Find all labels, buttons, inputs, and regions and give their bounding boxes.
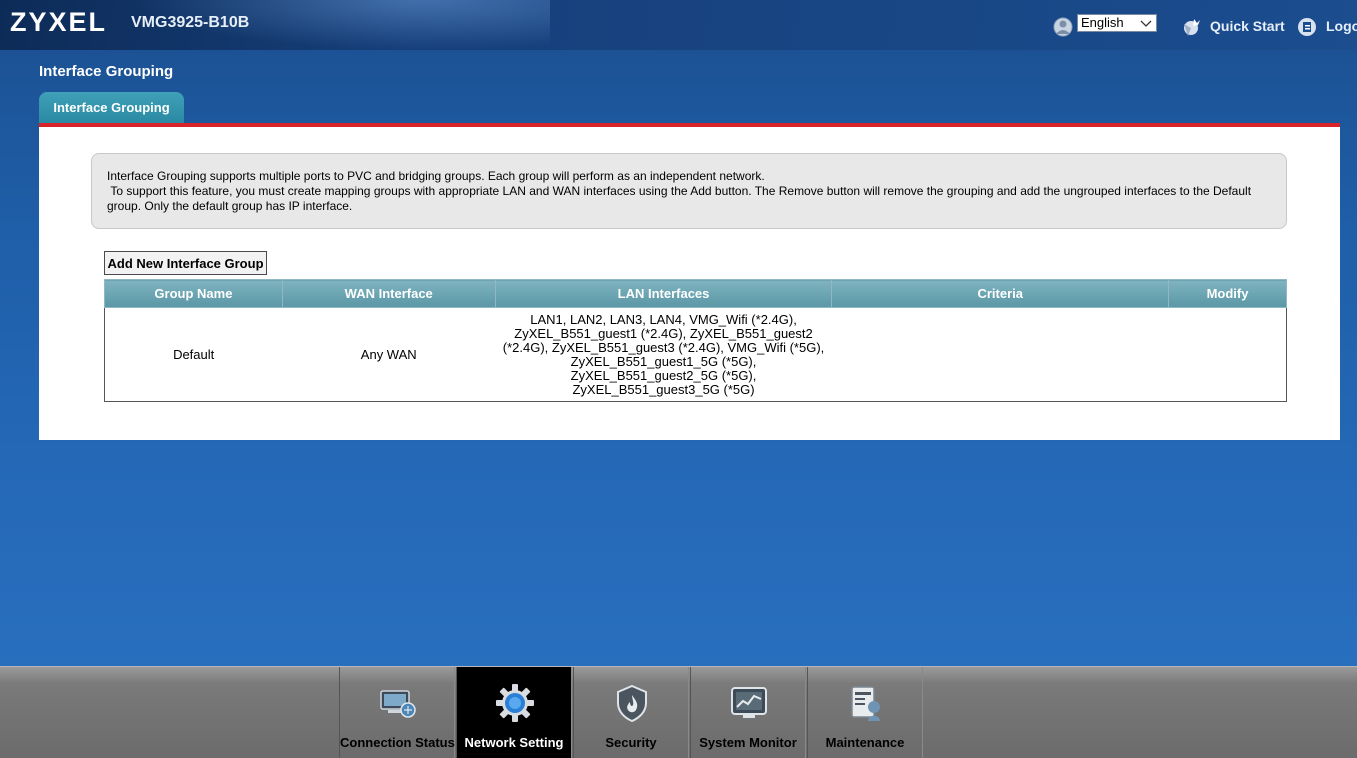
header-criteria: Criteria [831, 279, 1170, 308]
lan-interface-line: ZyXEL_B551_guest2_5G (*5G), [570, 367, 757, 383]
table-row: Default Any WAN LAN1, LAN2, LAN3, LAN4, … [105, 308, 1287, 402]
logout-icon[interactable] [1296, 16, 1318, 38]
lan-interface-line: ZyXEL_B551_guest3_5G (*5G) [572, 381, 755, 397]
table-header-row: Group Name WAN Interface LAN Interfaces … [104, 279, 1287, 308]
lan-interface-line: ZyXEL_B551_guest1_5G (*5G), [570, 353, 757, 369]
nav-security[interactable]: Security [573, 667, 689, 758]
nav-connection-status[interactable]: Connection Status [339, 667, 455, 758]
nav-label: Connection Status [340, 735, 455, 750]
system-monitor-icon [731, 687, 767, 718]
connection-status-icon [380, 690, 416, 718]
top-header: ZYXEL VMG3925-B10B English Quick Start L… [0, 0, 1357, 50]
bottom-nav: Connection Status Network Setting Securi… [0, 666, 1357, 758]
lan-interface-line: LAN1, LAN2, LAN3, LAN4, VMG_Wifi (*2.4G)… [530, 311, 797, 327]
header-lan-interfaces: LAN Interfaces [494, 279, 833, 308]
cell-lan-interfaces: LAN1, LAN2, LAN3, LAN4, VMG_Wifi (*2.4G)… [495, 308, 832, 402]
description-line-1: Interface Grouping supports multiple por… [107, 169, 765, 183]
quick-start-link[interactable]: Quick Start [1210, 18, 1285, 34]
description-line-2: To support this feature, you must create… [107, 184, 1255, 213]
nav-label: Network Setting [464, 735, 564, 750]
add-new-interface-group-button[interactable]: Add New Interface Group [104, 251, 267, 275]
language-select[interactable]: English [1077, 14, 1157, 32]
brand-logo: ZYXEL [10, 7, 108, 37]
quick-start-icon[interactable] [1180, 16, 1202, 38]
nav-label: System Monitor [699, 735, 797, 750]
security-shield-icon [617, 684, 647, 723]
lan-interface-line: ZyXEL_B551_guest1 (*2.4G), ZyXEL_B551_gu… [514, 325, 813, 341]
page-title: Interface Grouping [39, 63, 174, 80]
logout-link[interactable]: Logo [1326, 18, 1357, 34]
chevron-down-icon [1140, 20, 1152, 27]
language-select-value: English [1081, 15, 1124, 30]
cell-wan-interface: Any WAN [360, 346, 417, 362]
nav-network-setting[interactable]: Network Setting [456, 667, 572, 758]
cell-modify [1169, 308, 1287, 402]
content-panel: Interface Grouping supports multiple por… [39, 127, 1340, 440]
model-name: VMG3925-B10B [131, 14, 250, 31]
cell-criteria [832, 308, 1169, 402]
nav-label: Security [605, 735, 657, 750]
nav-label: Maintenance [825, 735, 905, 750]
header-modify: Modify [1168, 279, 1287, 308]
interface-group-table: Group Name WAN Interface LAN Interfaces … [104, 279, 1287, 402]
nav-maintenance[interactable]: Maintenance [807, 667, 923, 758]
header-wan-interface: WAN Interface [281, 279, 496, 308]
description-box: Interface Grouping supports multiple por… [91, 153, 1287, 229]
maintenance-icon [851, 686, 880, 721]
cell-group-name: Default [173, 346, 215, 362]
tab-interface-grouping[interactable]: Interface Grouping [39, 92, 184, 123]
header-group-name: Group Name [104, 279, 283, 308]
lan-interface-line: (*2.4G), ZyXEL_B551_guest3 (*2.4G), VMG_… [502, 339, 825, 355]
network-setting-gear-icon [496, 684, 534, 722]
language-globe-icon [1053, 17, 1073, 37]
nav-system-monitor[interactable]: System Monitor [690, 667, 806, 758]
